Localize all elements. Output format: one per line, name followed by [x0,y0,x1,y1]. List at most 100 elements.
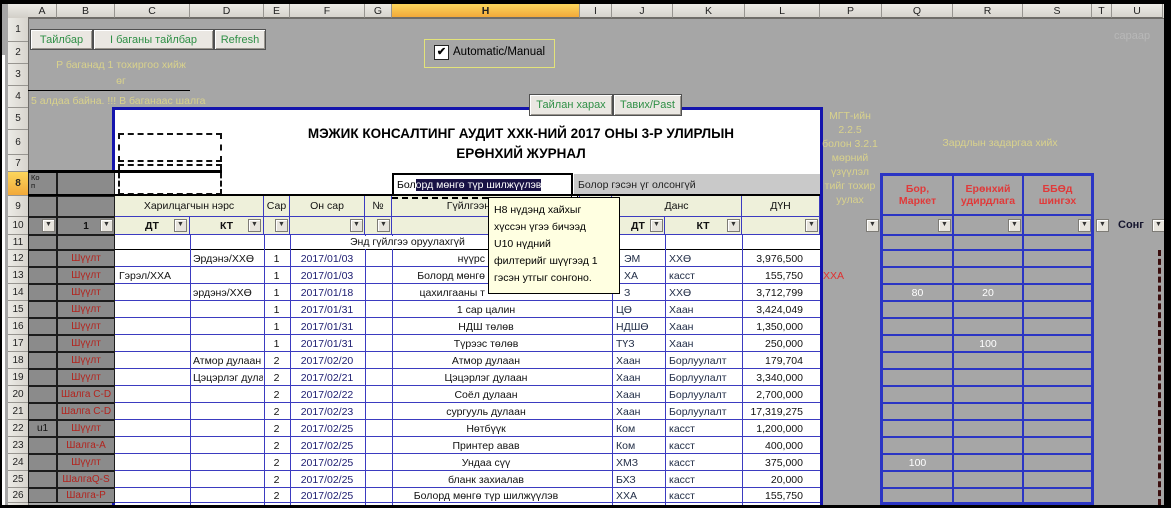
alloc-cell-s21[interactable] [1023,403,1092,420]
cell-m-13[interactable]: 1 [264,267,289,284]
cell-kt-18[interactable]: Атмор дулаан [190,352,263,369]
cell-date-16[interactable]: 2017/01/31 [290,318,364,335]
alloc-cell-r13[interactable] [953,267,1023,284]
cell-a18[interactable] [28,352,57,369]
row-header-17[interactable]: 17 [8,335,28,352]
cell-akt-12[interactable]: ХХӨ [666,250,741,267]
alloc-cell-r21[interactable] [953,403,1023,420]
alloc-cell-q26[interactable] [882,488,953,503]
column-header-L[interactable]: L [745,4,820,18]
cell-amt-22[interactable]: 1,200,000 [742,420,819,437]
cell-b18[interactable]: Шүүлт [57,352,115,369]
filter-dropdown-t[interactable] [1096,219,1109,232]
cell-amt-13[interactable]: 155,750 [742,267,819,284]
alloc-cell-s23[interactable] [1023,437,1092,454]
column-header-D[interactable]: D [190,4,264,18]
alloc-cell-q13[interactable] [882,267,953,284]
cell-a9[interactable] [28,196,57,217]
row-header-22[interactable]: 22 [8,420,28,437]
alloc-cell-s25[interactable] [1023,471,1092,488]
cell-desc-14[interactable]: цахилгааны т [392,284,487,301]
filter-dropdown-yearmonth[interactable] [350,219,363,232]
cell-date-22[interactable]: 2017/02/25 [290,420,364,437]
alloc-cell-q22[interactable] [882,420,953,437]
cell-amt-23[interactable]: 400,000 [742,437,819,454]
row-header-21[interactable]: 21 [8,403,28,420]
row-header-8[interactable]: 8 [8,172,28,196]
row-header-11[interactable]: 11 [8,235,28,250]
filter-dropdown-a[interactable] [42,219,55,232]
cell-desc-21[interactable]: сургууль дулаан [392,403,580,420]
cell-m-20[interactable]: 2 [264,386,289,403]
cell-amt-26[interactable]: 155,750 [742,488,819,503]
cell-m-21[interactable]: 2 [264,403,289,420]
cell-date-26[interactable]: 2017/02/25 [290,488,364,503]
row-header-26[interactable]: 26 [8,488,28,503]
cell-a15[interactable] [28,301,57,318]
cell-adt-25[interactable]: БХЗ [613,471,664,488]
cell-adt-21[interactable]: Хаан [613,403,664,420]
alloc-cell-r12[interactable] [953,250,1023,267]
cell-b11[interactable] [57,235,115,250]
cell-amt-19[interactable]: 3,340,000 [742,369,819,386]
alloc-cell-q21[interactable] [882,403,953,420]
cell-desc-26[interactable]: Болорд мөнгө түр шилжүүлэв [392,488,580,503]
cell-a11[interactable] [28,235,57,250]
alloc-cell-r18[interactable] [953,352,1023,369]
column-header-A[interactable]: A [28,4,57,18]
cell-adt-24[interactable]: ХМЗ [613,454,664,471]
column-header-Q[interactable]: Q [882,4,953,18]
alloc-cell-s13[interactable] [1023,267,1092,284]
view-report-button[interactable]: Тайлан харах [529,94,613,116]
cell-a24[interactable] [28,454,57,471]
row-header-15[interactable]: 15 [8,301,28,318]
column-header-B[interactable]: B [57,4,115,18]
cell-m-22[interactable]: 2 [264,420,289,437]
cell-date-24[interactable]: 2017/02/25 [290,454,364,471]
cell-m-18[interactable]: 2 [264,352,289,369]
row-header-13[interactable]: 13 [8,267,28,284]
column-header-S[interactable]: S [1023,4,1092,18]
alloc-cell-q16[interactable] [882,318,953,335]
cell-a17[interactable] [28,335,57,352]
cell-date-12[interactable]: 2017/01/03 [290,250,364,267]
cell-akt-23[interactable]: касст [666,437,741,454]
column-header-K[interactable]: K [673,4,745,18]
alloc-cell-r23[interactable] [953,437,1023,454]
cell-adt-19[interactable]: Хаан [613,369,664,386]
explain-button[interactable]: Тайлбар [30,29,93,50]
row-header-23[interactable]: 23 [8,437,28,454]
cell-amt-17[interactable]: 250,000 [742,335,819,352]
alloc-cell-q19[interactable] [882,369,953,386]
cell-desc-16[interactable]: НДШ төлөв [392,318,580,335]
filter-dropdown-no[interactable] [377,219,390,232]
cell-adt-18[interactable]: Хаан [613,352,664,369]
cell-amt-12[interactable]: 3,976,500 [742,250,819,267]
cell-m-17[interactable]: 1 [264,335,289,352]
alloc-cell-s22[interactable] [1023,420,1092,437]
cell-a20[interactable] [28,386,57,403]
cell-akt-15[interactable]: Хаан [666,301,741,318]
alloc-cell-q24[interactable]: 100 [882,454,953,471]
alloc-cell-q14[interactable]: 80 [882,284,953,301]
cell-kt-14[interactable]: эрдэнэ/ХХӨ [190,284,263,301]
row-header-6[interactable]: 6 [8,130,28,155]
cell-b16[interactable]: Шүүлт [57,318,115,335]
cell-m-12[interactable]: 1 [264,250,289,267]
alloc-cell-q23[interactable] [882,437,953,454]
cell-adt-13[interactable]: ХА [621,267,665,284]
cell-date-14[interactable]: 2017/01/18 [290,284,364,301]
alloc-cell-s14[interactable] [1023,284,1092,301]
cell-desc-25[interactable]: бланк захиалав [392,471,580,488]
alloc-cell-r19[interactable] [953,369,1023,386]
alloc-cell-r11[interactable] [953,235,1023,250]
alloc-cell-q11[interactable] [882,235,953,250]
cell-akt-26[interactable]: касст [666,488,741,503]
auto-manual-checkbox[interactable]: ✔ [434,45,449,60]
cell-akt-13[interactable]: касст [666,267,741,284]
filter-dropdown-total[interactable] [805,219,818,232]
select-all-corner[interactable] [8,4,29,18]
cell-adt-22[interactable]: Ком [613,420,664,437]
row-header-16[interactable]: 16 [8,318,28,335]
cell-date-15[interactable]: 2017/01/31 [290,301,364,318]
